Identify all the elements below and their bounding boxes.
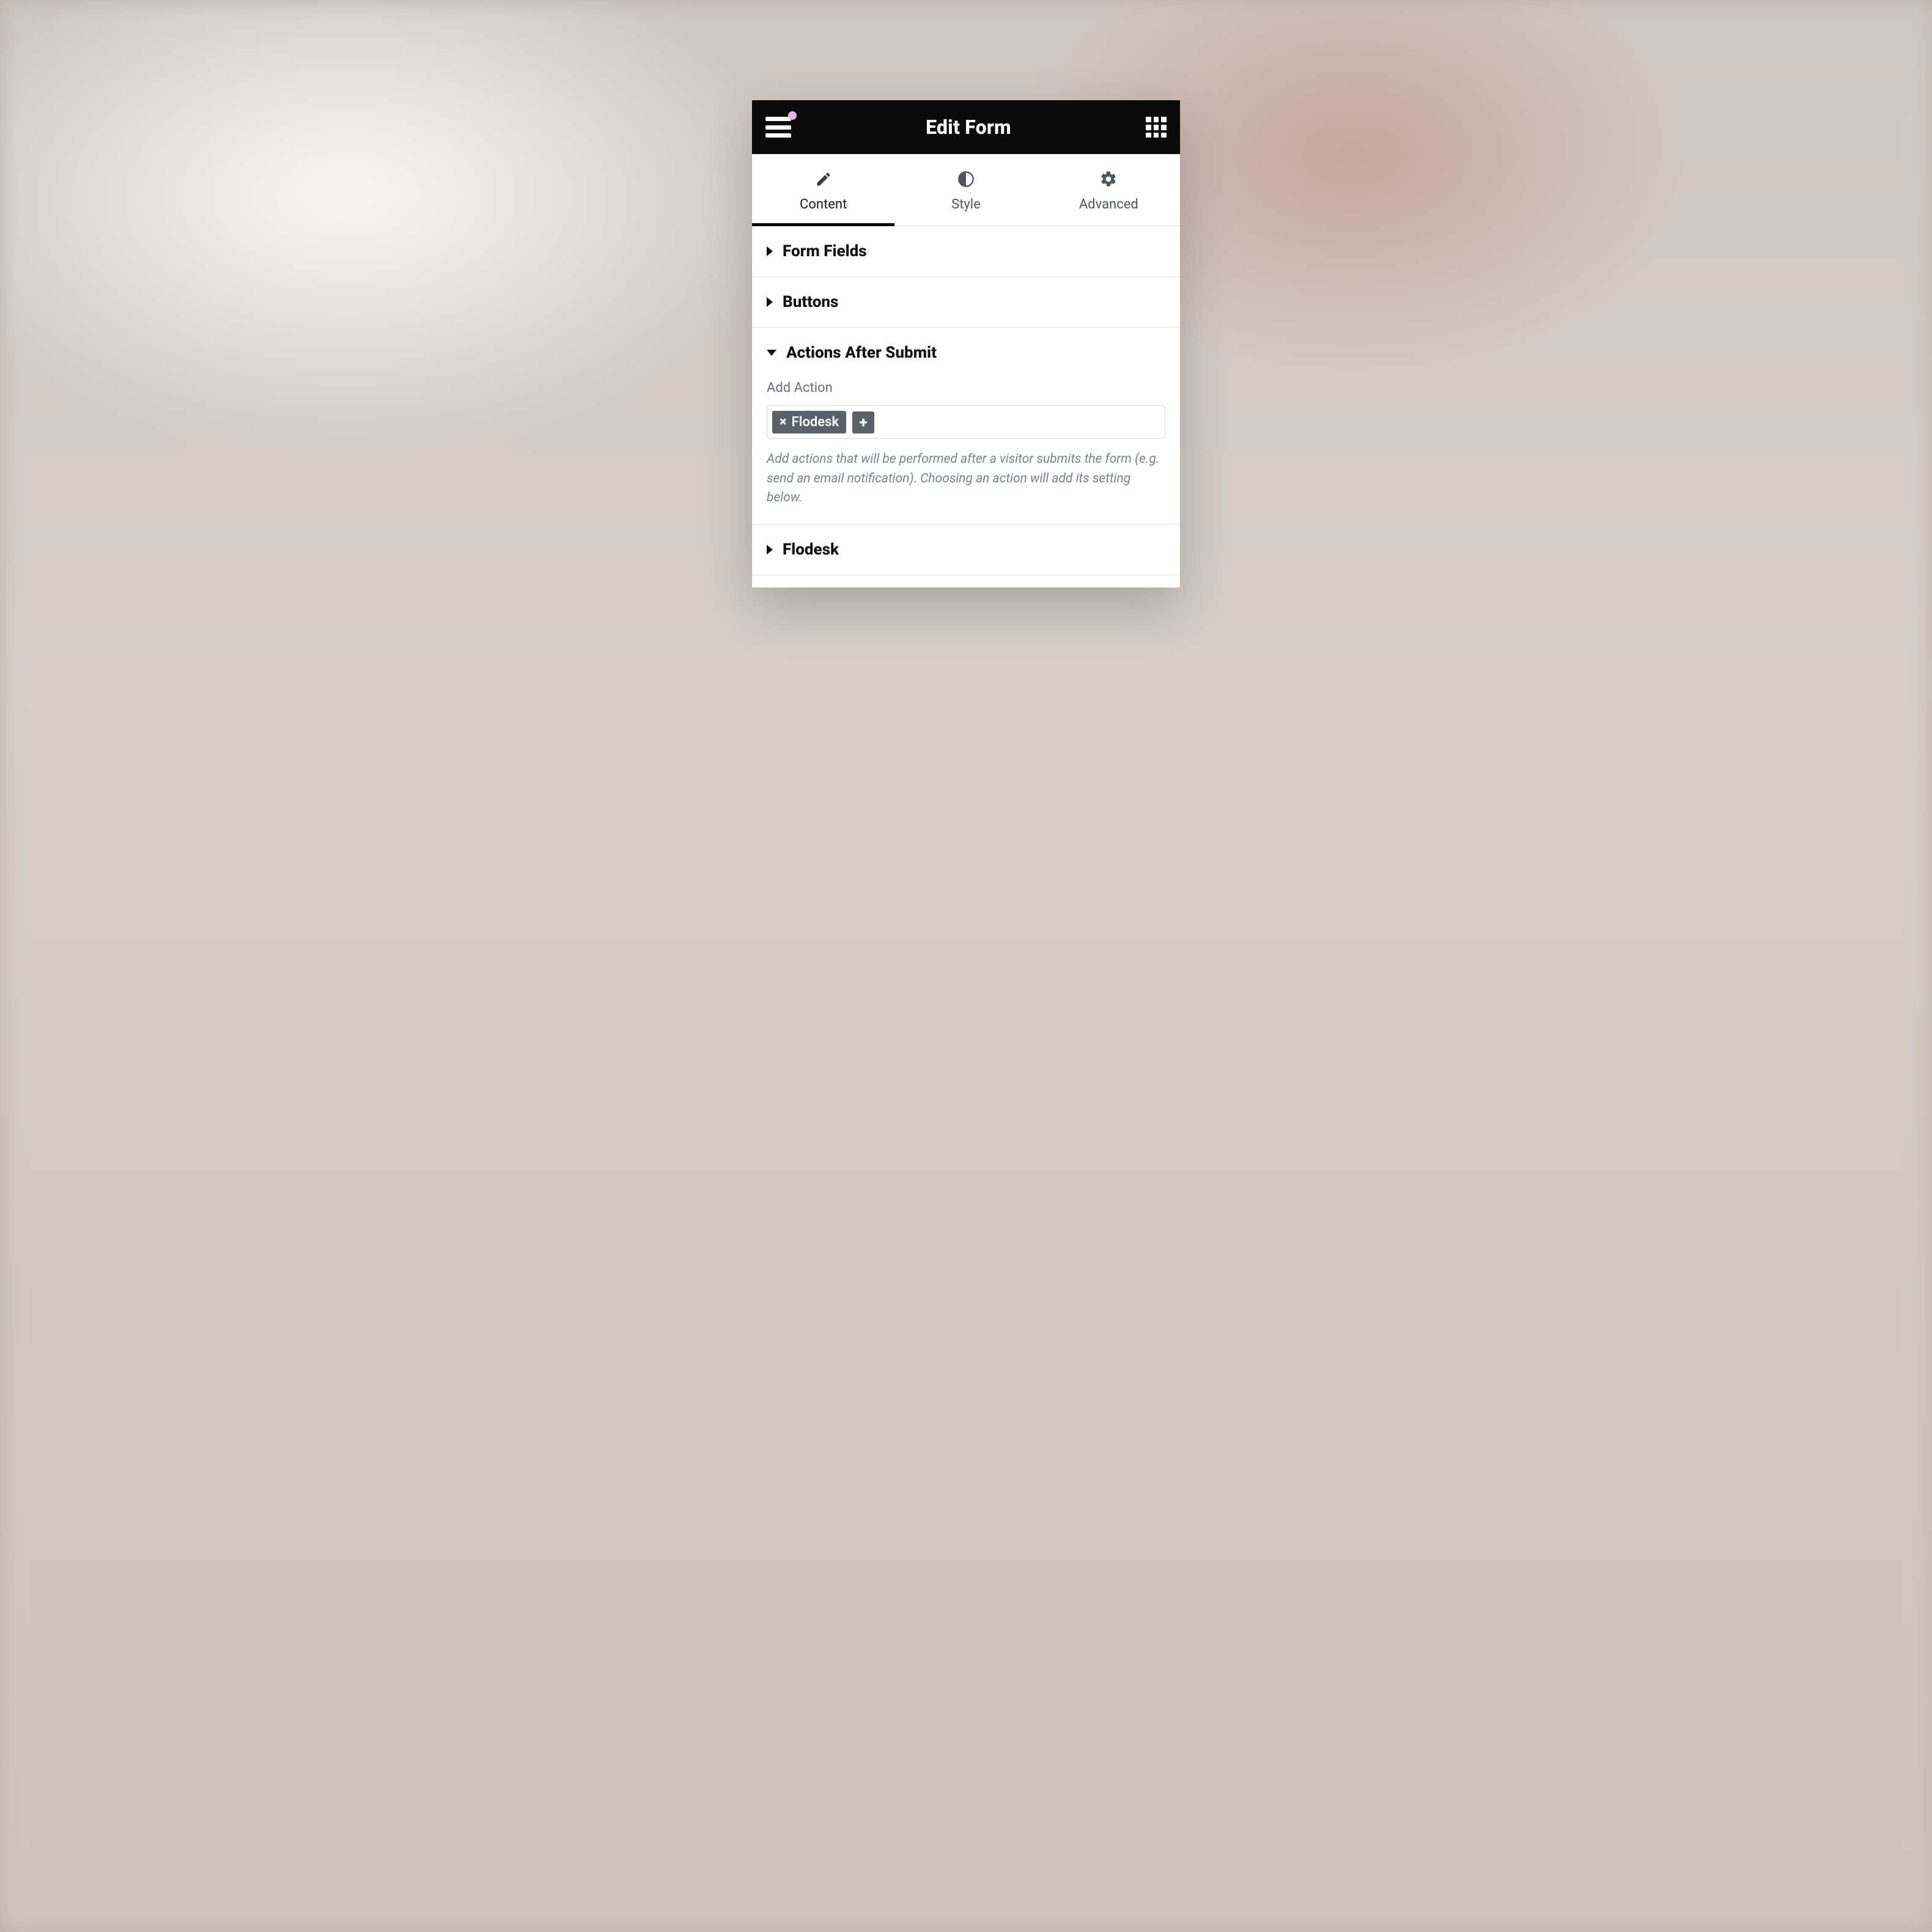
grid-dot-icon: [1154, 133, 1159, 138]
caret-right-icon: [767, 545, 773, 555]
grid-dot-icon: [1161, 133, 1167, 138]
section-title: Form Fields: [783, 242, 867, 260]
apps-button[interactable]: [1146, 117, 1167, 138]
action-tags-input[interactable]: × Flodesk +: [767, 405, 1165, 439]
plus-icon: +: [860, 414, 868, 431]
section-body: Add Action × Flodesk + Add actions that …: [767, 362, 1165, 508]
caret-down-icon: [767, 350, 776, 356]
tab-content[interactable]: Content: [752, 154, 894, 226]
section-flodesk: Flodesk: [752, 525, 1180, 575]
section-title: Flodesk: [783, 540, 839, 559]
grid-dot-icon: [1161, 117, 1167, 122]
grid-dot-icon: [1146, 125, 1151, 130]
contrast-icon: [957, 170, 975, 188]
hamburger-bar-icon: [765, 125, 791, 130]
tab-label: Advanced: [1079, 197, 1138, 212]
tab-label: Content: [800, 197, 847, 212]
tag-label: Flodesk: [792, 415, 839, 430]
tabs: Content Style Advanced: [752, 154, 1180, 226]
help-text: Add actions that will be performed after…: [767, 450, 1165, 508]
tab-style[interactable]: Style: [894, 154, 1037, 226]
grid-dot-icon: [1161, 125, 1167, 130]
editor-panel: Edit Form Content Style Advanced: [752, 100, 1180, 588]
hamburger-bar-icon: [765, 117, 791, 121]
section-title: Buttons: [783, 293, 838, 311]
add-action-button[interactable]: +: [852, 411, 874, 433]
remove-tag-button[interactable]: ×: [780, 415, 787, 430]
section-toggle-form-fields[interactable]: Form Fields: [767, 242, 1165, 260]
notification-dot-icon: [788, 111, 797, 120]
section-toggle-actions-after-submit[interactable]: Actions After Submit: [767, 344, 1165, 362]
grid-dot-icon: [1146, 133, 1151, 138]
section-toggle-flodesk[interactable]: Flodesk: [767, 540, 1165, 559]
section-toggle-buttons[interactable]: Buttons: [767, 293, 1165, 311]
panel-title: Edit Form: [926, 116, 1011, 139]
hamburger-bar-icon: [765, 133, 791, 138]
grid-dot-icon: [1154, 125, 1159, 130]
tab-advanced[interactable]: Advanced: [1038, 154, 1180, 226]
field-label-add-action: Add Action: [767, 380, 1165, 396]
grid-dot-icon: [1146, 117, 1151, 122]
section-form-fields: Form Fields: [752, 226, 1180, 277]
spacer: [752, 575, 1180, 588]
section-buttons: Buttons: [752, 277, 1180, 328]
pencil-icon: [814, 170, 833, 188]
caret-right-icon: [767, 297, 773, 307]
menu-button[interactable]: [765, 117, 791, 138]
action-tag-flodesk: × Flodesk: [772, 411, 846, 433]
section-title: Actions After Submit: [786, 344, 937, 362]
caret-right-icon: [767, 246, 773, 256]
tab-label: Style: [951, 197, 981, 212]
panel-header: Edit Form: [752, 100, 1180, 154]
gear-icon: [1099, 170, 1118, 188]
section-actions-after-submit: Actions After Submit Add Action × Flodes…: [752, 328, 1180, 525]
grid-dot-icon: [1154, 117, 1159, 122]
